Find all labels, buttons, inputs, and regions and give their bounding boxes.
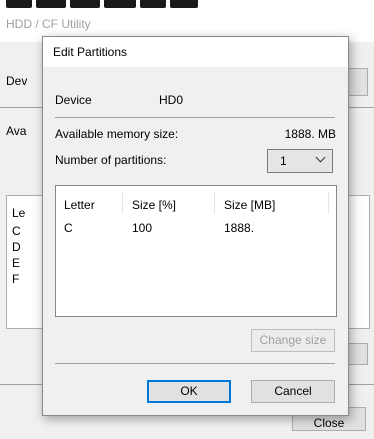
- column-header-size-mb[interactable]: Size [MB]: [224, 198, 275, 212]
- bg-list-item: E: [12, 256, 21, 270]
- dialog-separator: [55, 117, 335, 118]
- column-header-letter[interactable]: Letter: [64, 198, 95, 212]
- bg-device-label: Dev: [6, 74, 28, 88]
- cancel-button[interactable]: Cancel: [251, 380, 335, 403]
- column-divider[interactable]: [328, 192, 329, 214]
- available-memory-value: 1888. MB: [284, 127, 336, 141]
- partitions-table[interactable]: Letter Size [%] Size [MB] C 100 1888.: [55, 185, 337, 317]
- cell-letter: C: [64, 221, 73, 235]
- bg-button[interactable]: [346, 343, 368, 365]
- ok-button[interactable]: OK: [147, 380, 231, 403]
- column-header-size-pct[interactable]: Size [%]: [132, 198, 176, 212]
- dialog-separator: [55, 363, 335, 364]
- available-memory-label: Available memory size:: [55, 127, 179, 141]
- bg-window-title: HDD / CF Utility: [6, 17, 91, 31]
- edit-partitions-dialog: Edit Partitions Device HD0 Available mem…: [42, 36, 349, 416]
- device-value: HD0: [159, 93, 184, 107]
- bg-list-item: Le: [12, 206, 26, 220]
- chevron-down-icon: [315, 152, 326, 163]
- bg-list-item: D: [12, 240, 21, 254]
- cell-size-pct: 100: [132, 221, 153, 235]
- partitions-count-select[interactable]: 1: [267, 149, 333, 173]
- dialog-title: Edit Partitions: [53, 45, 128, 59]
- partitions-count-label: Number of partitions:: [55, 153, 167, 167]
- device-label: Device: [55, 93, 92, 107]
- column-divider[interactable]: [214, 192, 215, 214]
- bg-available-label: Ava: [6, 124, 27, 138]
- bg-list-item: C: [12, 224, 21, 238]
- bg-list-item: F: [12, 272, 20, 286]
- column-divider[interactable]: [122, 192, 123, 214]
- cell-size-mb: 1888.: [224, 221, 255, 235]
- partitions-count-value: 1: [280, 154, 287, 168]
- change-size-button[interactable]: Change size: [251, 329, 335, 352]
- cut-off-heading: [0, 0, 374, 12]
